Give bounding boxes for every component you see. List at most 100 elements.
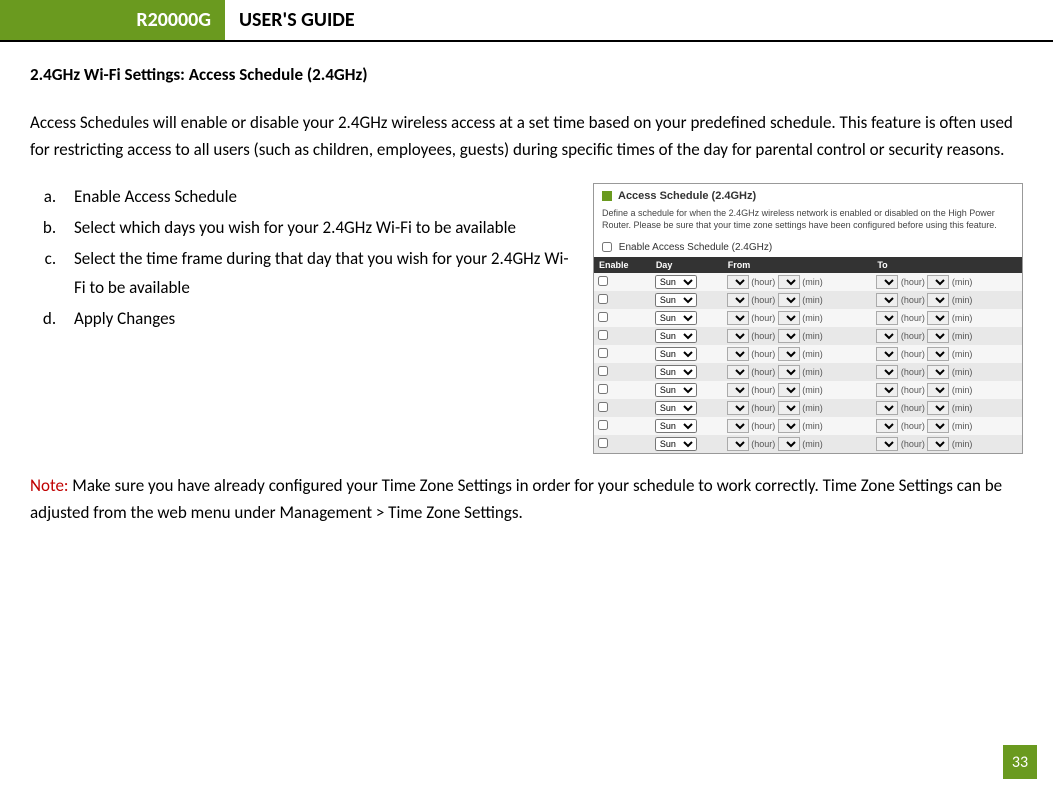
table-row: Sun00 (hour) 00 (min)00 (hour) 00 (min) [594, 327, 1022, 345]
hour-label: (hour) [751, 313, 775, 323]
to-hour-select[interactable]: 00 [876, 347, 898, 361]
to-min-select[interactable]: 00 [927, 437, 949, 451]
enable-schedule-row: Enable Access Schedule (2.4GHz) [594, 238, 1022, 257]
from-min-select[interactable]: 00 [778, 347, 800, 361]
hour-label: (hour) [901, 331, 925, 341]
row-enable-checkbox[interactable] [598, 402, 608, 412]
to-min-select[interactable]: 00 [927, 311, 949, 325]
hour-label: (hour) [751, 295, 775, 305]
day-select[interactable]: Sun [655, 383, 697, 397]
min-label: (min) [952, 385, 973, 395]
to-hour-select[interactable]: 00 [876, 437, 898, 451]
col-to: To [872, 257, 1022, 273]
to-min-select[interactable]: 00 [927, 419, 949, 433]
note-text: Make sure you have already configured yo… [30, 475, 1002, 523]
day-select[interactable]: Sun [655, 401, 697, 415]
from-min-select[interactable]: 00 [778, 419, 800, 433]
steps-list: Enable Access Schedule Select which days… [30, 183, 569, 333]
section-title: 2.4GHz Wi-Fi Settings: Access Schedule (… [30, 64, 1023, 85]
from-min-select[interactable]: 00 [778, 383, 800, 397]
from-min-select[interactable]: 00 [778, 293, 800, 307]
row-enable-checkbox[interactable] [598, 366, 608, 376]
to-hour-select[interactable]: 00 [876, 365, 898, 379]
table-row: Sun00 (hour) 00 (min)00 (hour) 00 (min) [594, 291, 1022, 309]
day-select[interactable]: Sun [655, 329, 697, 343]
from-hour-select[interactable]: 00 [727, 293, 749, 307]
from-hour-select[interactable]: 00 [727, 275, 749, 289]
hour-label: (hour) [901, 295, 925, 305]
from-min-select[interactable]: 00 [778, 437, 800, 451]
from-min-select[interactable]: 00 [778, 329, 800, 343]
day-select[interactable]: Sun [655, 437, 697, 451]
to-min-select[interactable]: 00 [927, 329, 949, 343]
to-min-select[interactable]: 00 [927, 293, 949, 307]
from-hour-select[interactable]: 00 [727, 347, 749, 361]
hour-label: (hour) [751, 403, 775, 413]
to-hour-select[interactable]: 00 [876, 329, 898, 343]
day-select[interactable]: Sun [655, 311, 697, 325]
row-enable-checkbox[interactable] [598, 330, 608, 340]
hour-label: (hour) [751, 421, 775, 431]
from-hour-select[interactable]: 00 [727, 383, 749, 397]
step-a: Enable Access Schedule [60, 183, 569, 212]
guide-title: USER'S GUIDE [225, 0, 369, 40]
from-min-select[interactable]: 00 [778, 365, 800, 379]
to-hour-select[interactable]: 00 [876, 401, 898, 415]
square-icon [602, 191, 612, 201]
to-hour-select[interactable]: 00 [876, 419, 898, 433]
page-header: R20000G USER'S GUIDE [0, 0, 1053, 42]
from-hour-select[interactable]: 00 [727, 365, 749, 379]
row-enable-checkbox[interactable] [598, 420, 608, 430]
col-day: Day [651, 257, 723, 273]
from-hour-select[interactable]: 00 [727, 419, 749, 433]
day-select[interactable]: Sun [655, 365, 697, 379]
hour-label: (hour) [751, 439, 775, 449]
day-select[interactable]: Sun [655, 293, 697, 307]
row-enable-checkbox[interactable] [598, 312, 608, 322]
table-row: Sun00 (hour) 00 (min)00 (hour) 00 (min) [594, 273, 1022, 291]
from-min-select[interactable]: 00 [778, 275, 800, 289]
from-min-select[interactable]: 00 [778, 401, 800, 415]
min-label: (min) [802, 313, 823, 323]
to-min-select[interactable]: 00 [927, 401, 949, 415]
row-enable-checkbox[interactable] [598, 438, 608, 448]
to-min-select[interactable]: 00 [927, 347, 949, 361]
to-min-select[interactable]: 00 [927, 275, 949, 289]
hour-label: (hour) [901, 349, 925, 359]
enable-schedule-checkbox[interactable] [602, 242, 612, 252]
min-label: (min) [952, 277, 973, 287]
hour-label: (hour) [901, 403, 925, 413]
row-enable-checkbox[interactable] [598, 294, 608, 304]
to-hour-select[interactable]: 00 [876, 275, 898, 289]
min-label: (min) [802, 403, 823, 413]
table-row: Sun00 (hour) 00 (min)00 (hour) 00 (min) [594, 345, 1022, 363]
table-row: Sun00 (hour) 00 (min)00 (hour) 00 (min) [594, 417, 1022, 435]
to-hour-select[interactable]: 00 [876, 293, 898, 307]
from-hour-select[interactable]: 00 [727, 437, 749, 451]
intro-paragraph: Access Schedules will enable or disable … [30, 109, 1023, 163]
col-from: From [723, 257, 873, 273]
to-min-select[interactable]: 00 [927, 365, 949, 379]
step-d: Apply Changes [60, 305, 569, 334]
table-row: Sun00 (hour) 00 (min)00 (hour) 00 (min) [594, 381, 1022, 399]
hour-label: (hour) [901, 439, 925, 449]
min-label: (min) [802, 385, 823, 395]
note-label: Note: [30, 475, 68, 496]
row-enable-checkbox[interactable] [598, 348, 608, 358]
day-select[interactable]: Sun [655, 275, 697, 289]
from-hour-select[interactable]: 00 [727, 311, 749, 325]
day-select[interactable]: Sun [655, 347, 697, 361]
row-enable-checkbox[interactable] [598, 276, 608, 286]
screenshot-description: Define a schedule for when the 2.4GHz wi… [594, 208, 1022, 237]
to-hour-select[interactable]: 00 [876, 383, 898, 397]
day-select[interactable]: Sun [655, 419, 697, 433]
min-label: (min) [802, 367, 823, 377]
to-hour-select[interactable]: 00 [876, 311, 898, 325]
hour-label: (hour) [901, 313, 925, 323]
to-min-select[interactable]: 00 [927, 383, 949, 397]
row-enable-checkbox[interactable] [598, 384, 608, 394]
from-hour-select[interactable]: 00 [727, 401, 749, 415]
from-min-select[interactable]: 00 [778, 311, 800, 325]
screenshot-title: Access Schedule (2.4GHz) [618, 190, 756, 202]
from-hour-select[interactable]: 00 [727, 329, 749, 343]
